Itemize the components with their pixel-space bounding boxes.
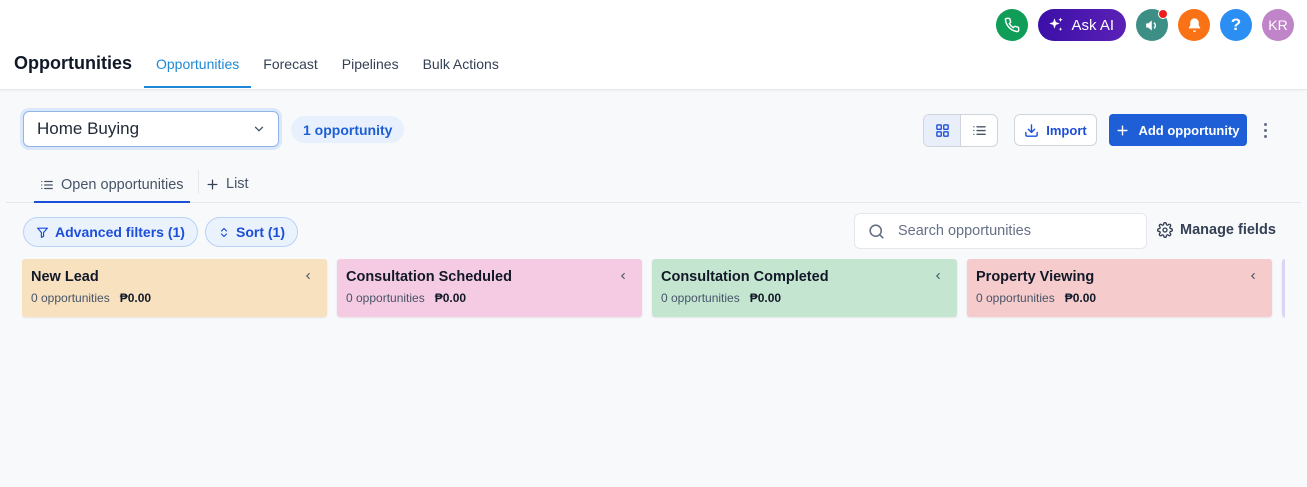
stage-meta: 0 opportunities ₱0.00 <box>661 291 948 305</box>
stage-amount: ₱0.00 <box>749 291 782 305</box>
app-header: Ask AI ? KR Opportunities Opportunities … <box>0 0 1307 90</box>
stage-meta: 0 opportunities ₱0.00 <box>976 291 1263 305</box>
ask-ai-button[interactable]: Ask AI <box>1038 9 1126 41</box>
tab-divider <box>198 170 199 194</box>
add-opportunity-button[interactable]: Add opportunity <box>1109 114 1247 146</box>
phone-icon <box>1005 17 1020 33</box>
stage-count: 0 opportunities <box>976 291 1055 305</box>
import-button[interactable]: Import <box>1014 114 1097 146</box>
sort-icon <box>220 227 228 237</box>
list-icon <box>41 180 53 189</box>
collapse-chevron-icon[interactable] <box>933 270 943 282</box>
collapse-chevron-icon[interactable] <box>1248 270 1258 282</box>
help-icon: ? <box>1230 15 1242 34</box>
ask-ai-label: Ask AI <box>1071 16 1114 34</box>
add-opportunity-label: Add opportunity <box>1138 122 1240 138</box>
manage-fields-button[interactable]: Manage fields <box>1157 222 1276 238</box>
stage-column: Consultation Completed 0 opportunities ₱… <box>652 259 957 317</box>
add-list-tab[interactable]: List <box>206 168 249 200</box>
announcements-button[interactable] <box>1136 9 1168 41</box>
pipeline-select[interactable]: Home Buying <box>23 111 279 147</box>
collapse-chevron-icon[interactable] <box>618 270 628 282</box>
stage-amount: ₱0.00 <box>1064 291 1097 305</box>
download-icon <box>1025 123 1039 137</box>
stage-amount: ₱0.00 <box>434 291 467 305</box>
avatar[interactable]: KR <box>1262 9 1294 41</box>
sort-button[interactable]: Sort (1) <box>205 217 298 247</box>
tab-pipelines[interactable]: Pipelines <box>330 46 411 88</box>
stage-meta: 0 opportunities ₱0.00 <box>346 291 633 305</box>
tab-forecast[interactable]: Forecast <box>251 46 329 88</box>
view-tabs: Open opportunities List <box>6 168 1301 203</box>
plus-icon <box>1117 124 1128 136</box>
stage-name: New Lead <box>31 269 99 285</box>
top-actions: Ask AI ? KR <box>996 9 1294 41</box>
notifications-button[interactable] <box>1178 9 1210 41</box>
collapse-chevron-icon[interactable] <box>303 270 313 282</box>
grid-icon <box>935 124 949 137</box>
filter-icon <box>37 227 48 238</box>
avatar-initials: KR <box>1268 17 1288 33</box>
stage-name: Consultation Completed <box>661 269 829 285</box>
opportunity-count-badge: 1 opportunity <box>291 116 405 143</box>
megaphone-icon <box>1145 20 1156 30</box>
help-button[interactable]: ? <box>1220 9 1252 41</box>
list-icon <box>972 126 986 135</box>
tab-open-opportunities[interactable]: Open opportunities <box>34 168 190 203</box>
search-container <box>854 213 1147 249</box>
page-title: Opportunities <box>14 53 132 73</box>
sort-label: Sort (1) <box>236 224 285 240</box>
more-options-button[interactable] <box>1257 118 1273 142</box>
phone-button[interactable] <box>996 9 1029 41</box>
stage-count: 0 opportunities <box>31 291 110 305</box>
board-view-button[interactable] <box>924 115 961 146</box>
search-icon <box>869 223 884 239</box>
pipeline-board: New Lead 0 opportunities ₱0.00 Consultat… <box>22 259 1285 319</box>
advanced-filters-label: Advanced filters (1) <box>55 224 185 240</box>
main-tabs: Opportunities Forecast Pipelines Bulk Ac… <box>144 46 511 88</box>
stage-count: 0 opportunities <box>661 291 740 305</box>
sparkle-icon <box>1049 17 1064 31</box>
notification-dot <box>1158 9 1168 19</box>
tab-bulk-actions[interactable]: Bulk Actions <box>411 46 511 88</box>
stage-column-partial <box>1282 259 1285 317</box>
stage-name: Property Viewing <box>976 269 1095 285</box>
tab-open-opportunities-label: Open opportunities <box>61 176 184 193</box>
stage-column: New Lead 0 opportunities ₱0.00 <box>22 259 327 317</box>
stage-amount: ₱0.00 <box>119 291 152 305</box>
manage-fields-label: Manage fields <box>1180 222 1276 238</box>
bell-icon <box>1188 17 1200 32</box>
chevron-down-icon <box>254 126 264 132</box>
stage-meta: 0 opportunities ₱0.00 <box>31 291 318 305</box>
advanced-filters-button[interactable]: Advanced filters (1) <box>23 217 198 247</box>
import-label: Import <box>1046 122 1087 138</box>
plus-icon <box>207 179 218 189</box>
tab-opportunities[interactable]: Opportunities <box>144 46 252 88</box>
search-input[interactable] <box>898 223 1128 239</box>
stage-count: 0 opportunities <box>346 291 425 305</box>
add-list-label: List <box>226 176 249 192</box>
pipeline-select-value: Home Buying <box>37 119 140 138</box>
gear-icon <box>1157 222 1173 238</box>
stage-name: Consultation Scheduled <box>346 269 512 285</box>
stage-column: Consultation Scheduled 0 opportunities ₱… <box>337 259 642 317</box>
view-toggle <box>923 114 998 147</box>
stage-column: Property Viewing 0 opportunities ₱0.00 <box>967 259 1272 317</box>
list-view-button[interactable] <box>961 115 997 146</box>
